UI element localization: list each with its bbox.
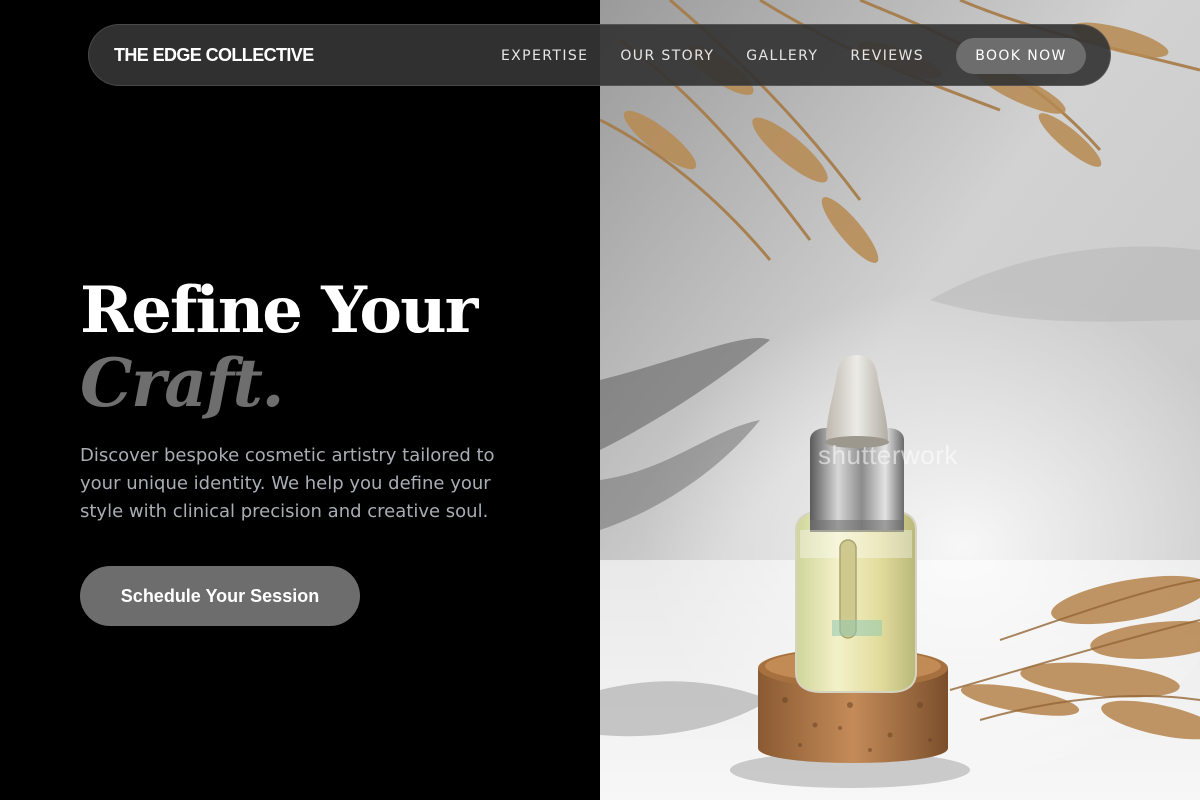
- top-navigation: THE EDGE COLLECTIVE EXPERTISE OUR STORY …: [88, 24, 1111, 86]
- hero-product-image: [600, 0, 1200, 800]
- schedule-session-button[interactable]: Schedule Your Session: [80, 566, 360, 626]
- nav-links: EXPERTISE OUR STORY GALLERY REVIEWS BOOK…: [501, 25, 1086, 87]
- book-now-button[interactable]: BOOK NOW: [956, 38, 1086, 74]
- image-watermark: shutterwork: [818, 440, 958, 470]
- brand-logo[interactable]: THE EDGE COLLECTIVE: [114, 45, 314, 66]
- nav-link-reviews[interactable]: REVIEWS: [850, 48, 924, 64]
- nav-link-gallery[interactable]: GALLERY: [746, 48, 818, 64]
- nav-link-our-story[interactable]: OUR STORY: [620, 48, 714, 64]
- hero-title-accent: Craft.: [80, 344, 284, 422]
- hero-description: Discover bespoke cosmetic artistry tailo…: [80, 445, 495, 522]
- nav-link-expertise[interactable]: EXPERTISE: [501, 48, 588, 64]
- hero-title: Refine Your: [80, 273, 478, 348]
